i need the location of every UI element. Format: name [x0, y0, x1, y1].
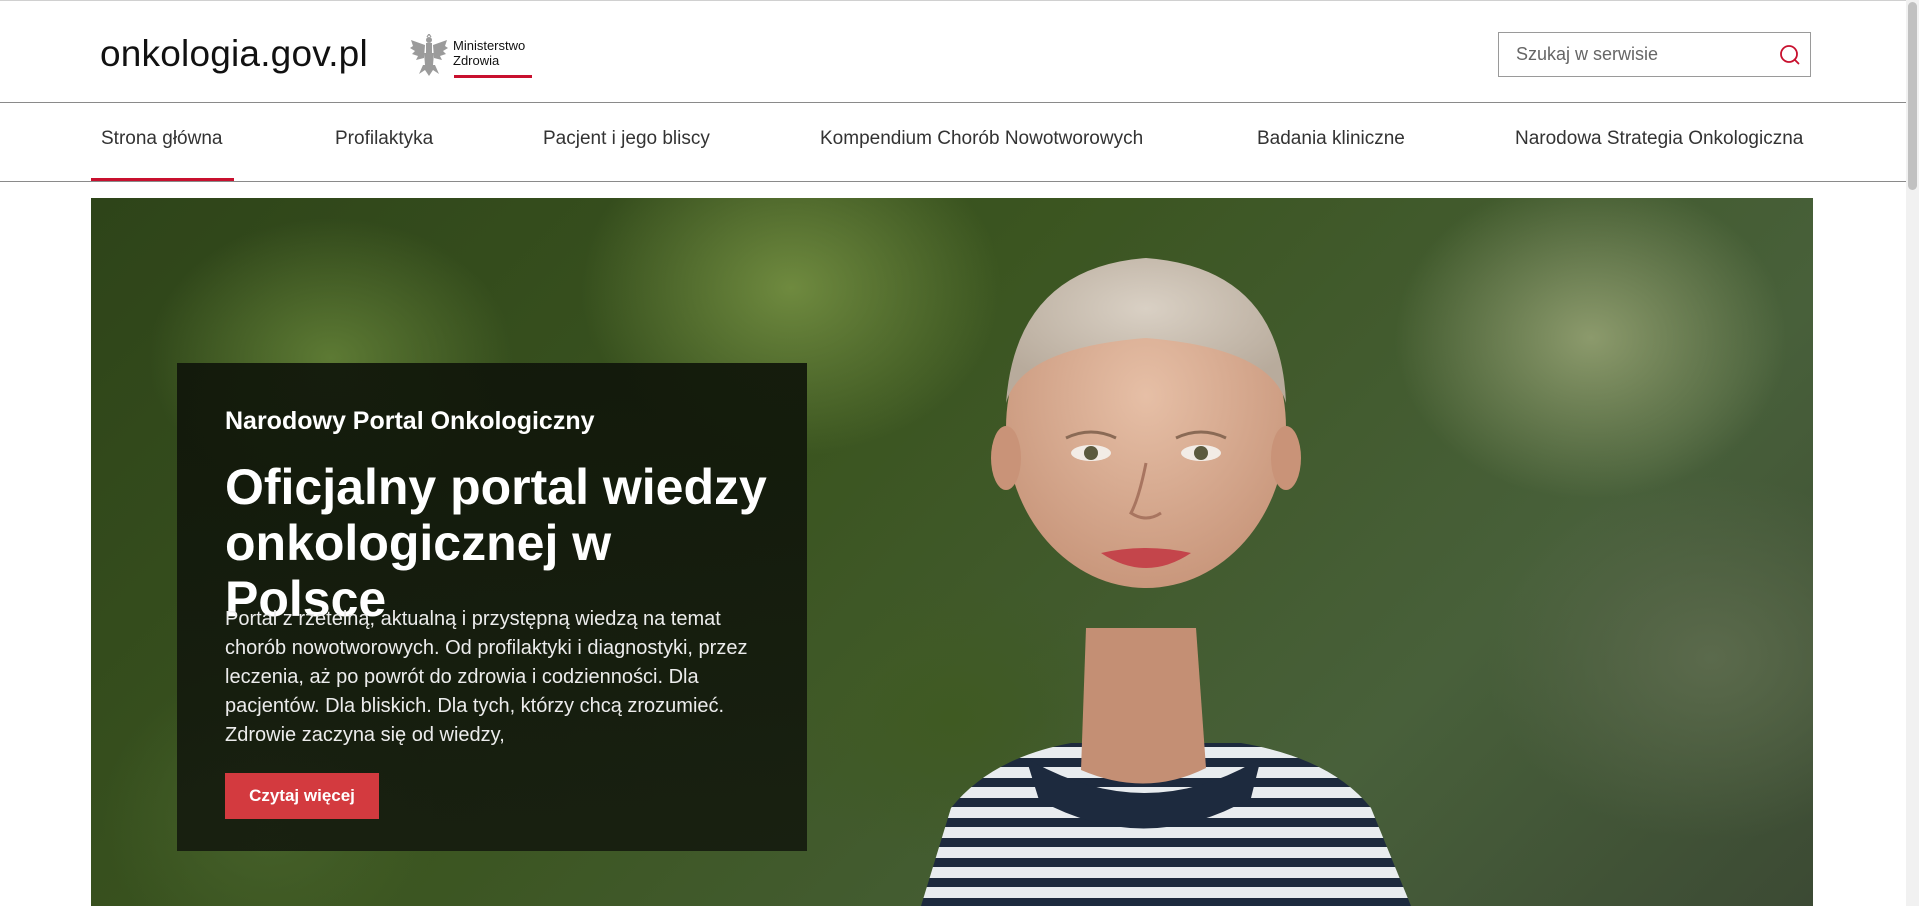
hero-banner: Narodowy Portal Onkologiczny Oficjalny p…	[91, 198, 1813, 906]
site-title[interactable]: onkologia.gov.pl	[100, 33, 368, 75]
scrollbar-thumb[interactable]	[1908, 2, 1917, 190]
read-more-button[interactable]: Czytaj więcej	[225, 773, 379, 819]
nav-item-badania-kliniczne[interactable]: Badania kliniczne	[1257, 103, 1405, 181]
nav-item-strategia[interactable]: Narodowa Strategia Onkologiczna	[1515, 103, 1803, 181]
search-input[interactable]	[1499, 33, 1759, 76]
search-icon[interactable]	[1778, 44, 1800, 66]
eagle-emblem-icon	[410, 34, 448, 76]
ministry-logo[interactable]: Ministerstwo Zdrowia	[409, 34, 534, 80]
main-navigation: Strona główna Profilaktyka Pacjent i jeg…	[0, 103, 1906, 182]
hero-eyebrow: Narodowy Portal Onkologiczny	[225, 407, 595, 435]
site-header: onkologia.gov.pl Ministerstwo Zdrowia	[0, 1, 1906, 103]
ministry-name-line2: Zdrowia	[453, 53, 500, 68]
nav-item-profilaktyka[interactable]: Profilaktyka	[335, 103, 433, 181]
nav-item-strona-glowna[interactable]: Strona główna	[91, 103, 234, 181]
hero-text-panel: Narodowy Portal Onkologiczny Oficjalny p…	[177, 363, 807, 851]
ministry-red-bar	[454, 75, 532, 78]
hero-headline: Oficjalny portal wiedzy onkologicznej w …	[225, 459, 767, 627]
search-box	[1498, 32, 1811, 77]
ministry-name-line1: Ministerstwo	[453, 38, 526, 53]
nav-item-pacjent[interactable]: Pacjent i jego bliscy	[543, 103, 710, 181]
page-scrollbar[interactable]	[1906, 0, 1919, 906]
hero-lead-text: Portal z rzetelną, aktualną i przystępną…	[225, 608, 748, 746]
nav-item-kompendium[interactable]: Kompendium Chorób Nowotworowych	[820, 103, 1143, 181]
